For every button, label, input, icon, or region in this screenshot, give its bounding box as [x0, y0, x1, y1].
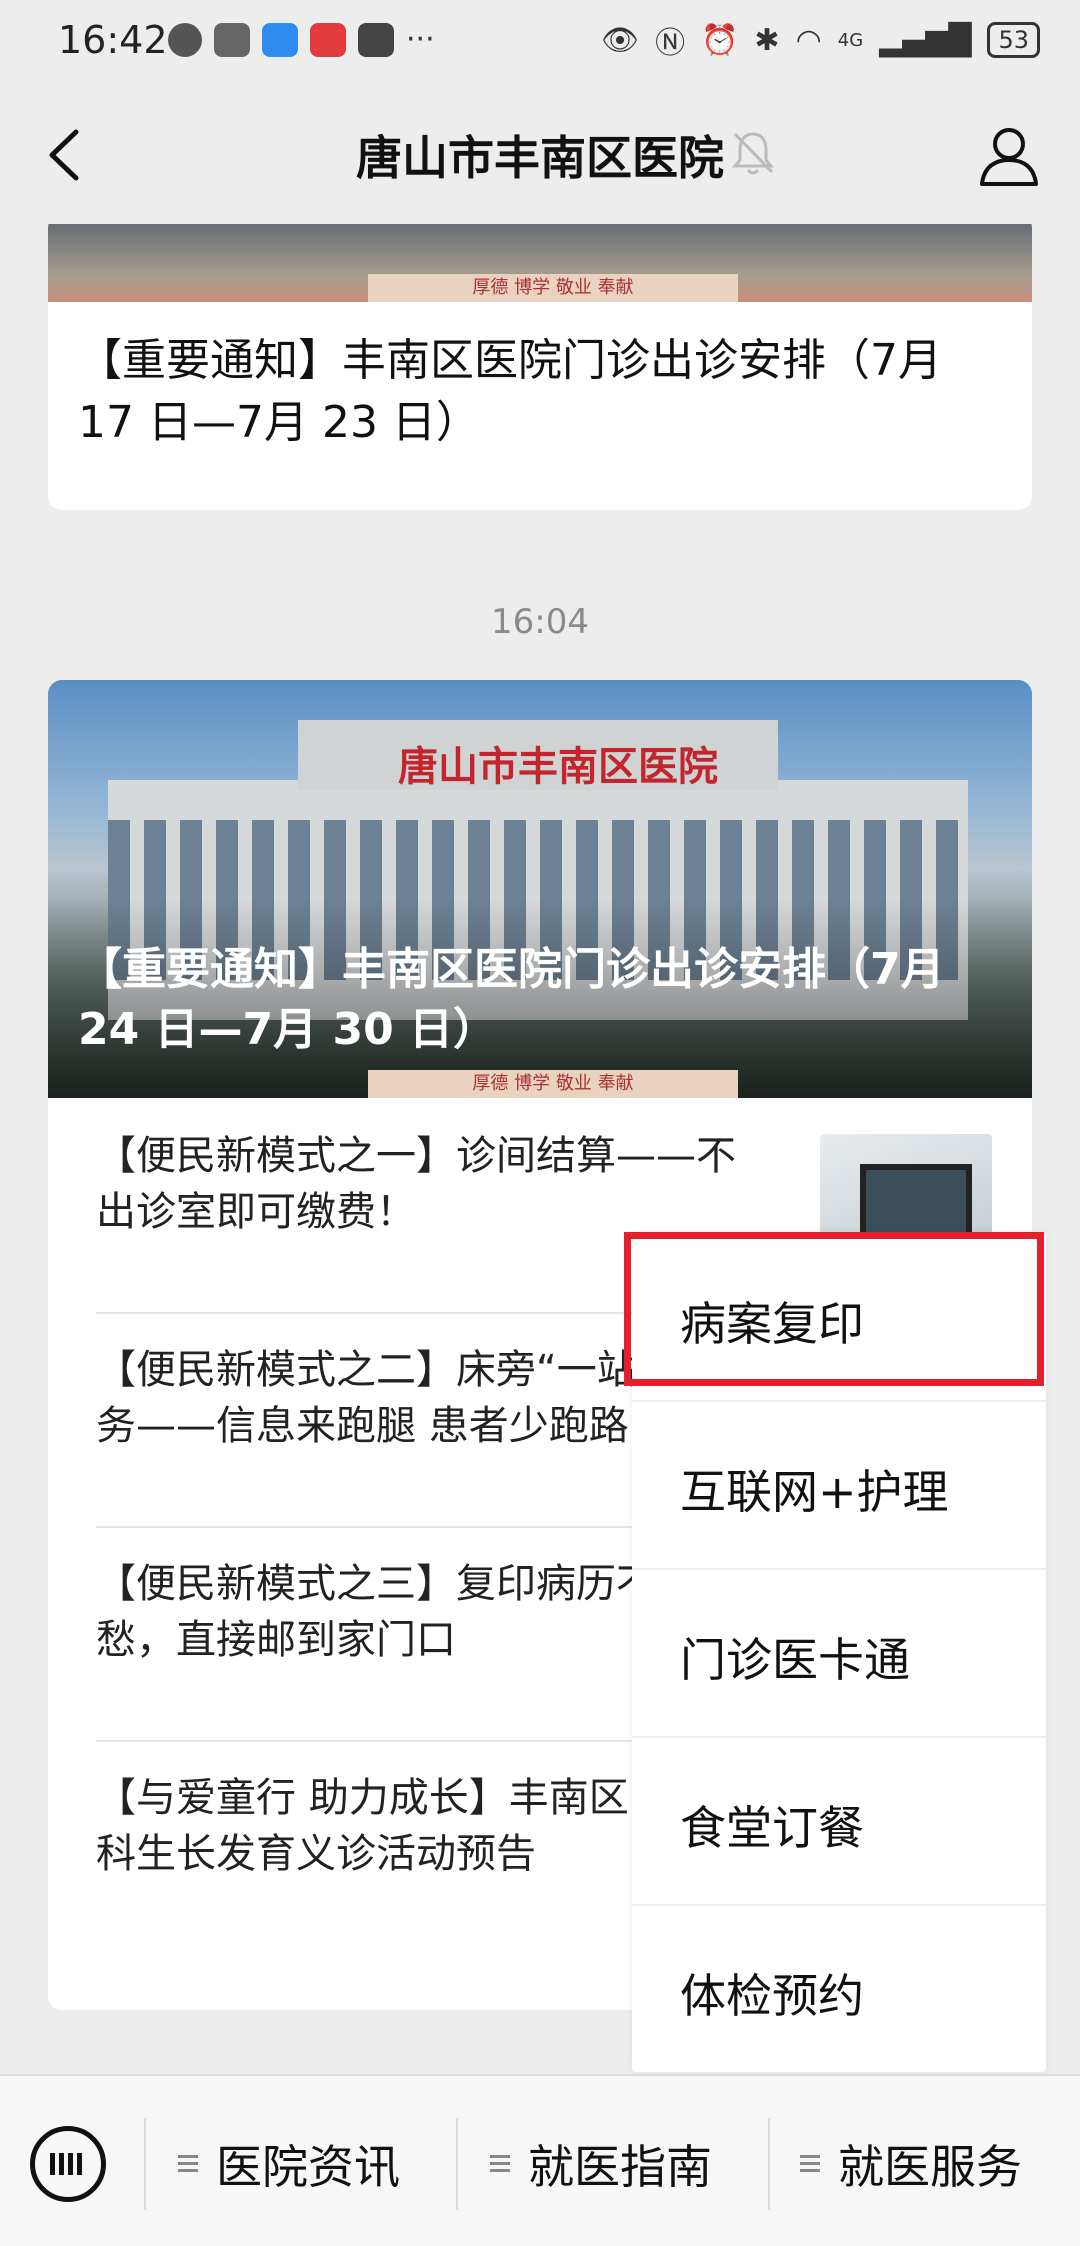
tab-medical-guide[interactable]: 就医指南	[490, 2116, 712, 2212]
tab-label: 医院资讯	[216, 2140, 400, 2194]
motto-sign: 厚德 博学 敬业 奉献	[368, 274, 738, 302]
article-list-title: 【便民新模式之一】诊间结算——不出诊室即可缴费！	[96, 1133, 736, 1235]
highlight-box	[624, 1232, 1044, 1386]
message-timestamp: 16:04	[491, 602, 589, 642]
notification-icons: ···	[168, 22, 435, 57]
menu-lines-icon	[800, 2155, 820, 2173]
motto-sign: 厚德 博学 敬业 奉献	[368, 1070, 738, 1098]
battery-indicator: 53	[987, 22, 1040, 58]
divider	[144, 2118, 146, 2210]
hero-article[interactable]: 唐山市丰南区医院 厚德 博学 敬业 奉献 【重要通知】丰南区医院门诊出诊安排（7…	[48, 680, 1032, 1098]
menu-item-label: 食堂订餐	[680, 1801, 864, 1855]
wechat-icon	[168, 22, 202, 57]
mute-bell-icon	[730, 128, 776, 178]
menu-lines-icon	[178, 2155, 198, 2173]
huawei-app-icon	[358, 22, 394, 57]
alipay-icon	[214, 22, 250, 57]
status-indicators: 👁 Ⓝ ⏰ ✱ ◠ 4G ▂▄▆█ 53	[601, 18, 1040, 62]
building-sign: 唐山市丰南区医院	[398, 743, 718, 790]
shopping-app-icon	[310, 22, 346, 57]
tab-medical-services[interactable]: 就医服务	[800, 2116, 1022, 2212]
divider	[456, 2118, 458, 2210]
menu-item-canteen-order[interactable]: 食堂订餐	[632, 1736, 1046, 1906]
article-cover-image: 厚德 博学 敬业 奉献	[48, 224, 1032, 302]
tab-label: 就医服务	[838, 2140, 1022, 2194]
hero-article-title[interactable]: 【重要通知】丰南区医院门诊出诊安排（7月 24 日—7月 30 日）	[78, 940, 1002, 1060]
menu-item-outpatient-card[interactable]: 门诊医卡通	[632, 1568, 1046, 1738]
bluetooth-icon: ✱	[754, 22, 780, 58]
eye-icon: 👁	[600, 22, 640, 58]
status-time: 16:42	[58, 18, 168, 62]
article-card[interactable]: 厚德 博学 敬业 奉献 【重要通知】丰南区医院门诊出诊安排（7月 17 日—7月…	[48, 224, 1032, 510]
divider	[768, 2118, 770, 2210]
alarm-icon: ⏰	[701, 22, 739, 58]
menu-item-label: 门诊医卡通	[680, 1633, 910, 1687]
article-title[interactable]: 【重要通知】丰南区医院门诊出诊安排（7月 17 日—7月 23 日）	[48, 302, 1032, 454]
status-bar: 16:42 ··· 👁 Ⓝ ⏰ ✱ ◠ 4G ▂▄▆█ 53	[0, 0, 1080, 84]
nfc-icon: Ⓝ	[655, 26, 686, 61]
menu-item-checkup-booking[interactable]: 体检预约	[632, 1904, 1046, 2072]
keyboard-toggle-button[interactable]	[30, 2126, 106, 2202]
menu-item-label: 互联网+护理	[680, 1465, 949, 1519]
keyboard-icon	[50, 2153, 86, 2175]
tab-hospital-news[interactable]: 医院资讯	[178, 2116, 400, 2212]
menu-item-label: 体检预约	[680, 1969, 864, 2023]
page-title: 唐山市丰南区医院	[356, 131, 724, 185]
profile-button[interactable]	[974, 120, 1044, 190]
menu-lines-icon	[490, 2155, 510, 2173]
nav-bar: 唐山市丰南区医院	[0, 84, 1080, 224]
signal-icon: ▂▄▆█	[879, 22, 972, 58]
tab-label: 就医指南	[528, 2140, 712, 2194]
menu-item-internet-nursing[interactable]: 互联网+护理	[632, 1400, 1046, 1570]
network-type: 4G	[837, 29, 864, 51]
search-app-icon	[262, 22, 298, 57]
bottom-menu-bar: 医院资讯 就医指南 就医服务	[0, 2074, 1080, 2246]
person-icon	[980, 128, 1038, 186]
wifi-icon: ◠	[795, 22, 822, 58]
more-notifications-icon: ···	[406, 22, 435, 57]
